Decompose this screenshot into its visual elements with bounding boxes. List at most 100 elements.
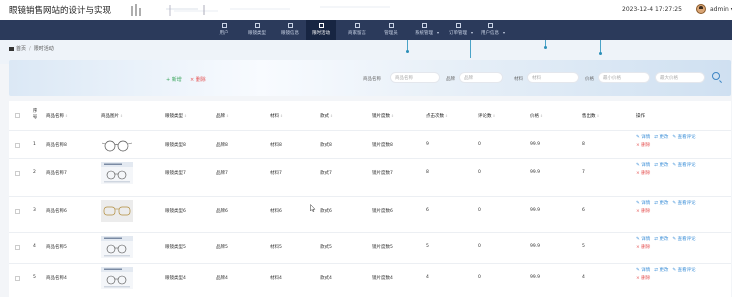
cell-name: 商品名称4 xyxy=(46,276,67,281)
edit-button[interactable]: ⇄ 更改 xyxy=(654,201,668,206)
search-icon[interactable] xyxy=(712,72,720,80)
edit-button[interactable]: ⇄ 更改 xyxy=(654,268,668,273)
breadcrumb: 首页 / 限时活动 xyxy=(9,45,54,52)
nav-item-4[interactable]: 商家留言 xyxy=(340,20,374,40)
row-delete-button[interactable]: × 删除 xyxy=(636,245,650,250)
row-divider xyxy=(9,196,731,197)
row-delete-button[interactable]: × 删除 xyxy=(636,276,650,281)
column-clicks[interactable]: 点击次数⇕ xyxy=(426,113,448,119)
column-material[interactable]: 材料⇕ xyxy=(270,113,283,119)
row-index: 1 xyxy=(33,142,36,147)
cell-reviews: 0 xyxy=(478,142,481,147)
product-thumbnail[interactable] xyxy=(101,267,133,289)
add-button[interactable]: + 新增 xyxy=(166,76,182,83)
nav-item-8[interactable]: 用户信息 ▾ xyxy=(474,20,506,40)
row-delete-button[interactable]: × 删除 xyxy=(636,143,650,148)
cell-type: 眼镜类型4 xyxy=(165,276,186,281)
breadcrumb-home[interactable]: 首页 xyxy=(16,46,26,52)
delete-button[interactable]: × 删除 xyxy=(190,76,206,83)
product-thumbnail[interactable] xyxy=(101,134,133,156)
column-brand[interactable]: 品牌⇕ xyxy=(216,113,229,119)
detail-button[interactable]: ✎ 详情 xyxy=(636,135,650,140)
cell-style: 款式6 xyxy=(320,209,332,214)
detail-label: 详情 xyxy=(641,135,651,140)
cell-style: 款式4 xyxy=(320,276,332,281)
top-bar: 眼镜销售网站的设计与实现 2023-12-4 17:27:25 admin ▾ xyxy=(0,0,732,20)
row-delete-button[interactable]: × 删除 xyxy=(636,171,650,176)
comments-button[interactable]: ✎ 查看评论 xyxy=(672,163,695,168)
column-type[interactable]: 眼镜类型⇕ xyxy=(165,113,187,119)
header-decoration xyxy=(131,4,390,16)
cell-material: 材料6 xyxy=(270,209,282,214)
edit-button[interactable]: ⇄ 更改 xyxy=(654,135,668,140)
column-name[interactable]: 商品名称⇕ xyxy=(46,113,68,119)
brand-input[interactable]: 品牌 xyxy=(459,72,503,83)
product-name-label: 商品名称 xyxy=(363,77,381,82)
edit-button[interactable]: ⇄ 更改 xyxy=(654,237,668,242)
cell-type: 眼镜类型8 xyxy=(165,143,186,148)
detail-button[interactable]: ✎ 详情 xyxy=(636,268,650,273)
column-price[interactable]: 价格⇕ xyxy=(530,113,543,119)
nav-item-label: 系统管理 xyxy=(415,31,433,36)
detail-button[interactable]: ✎ 详情 xyxy=(636,163,650,168)
column-style[interactable]: 款式⇕ xyxy=(320,113,333,119)
product-name-input[interactable]: 商品名称 xyxy=(390,72,440,83)
comments-button[interactable]: ✎ 查看评论 xyxy=(672,201,695,206)
row-index: 4 xyxy=(33,244,36,249)
glasses-info-icon xyxy=(287,23,293,28)
nav-item-3[interactable]: 限时活动 xyxy=(306,20,336,40)
comments-button[interactable]: ✎ 查看评论 xyxy=(672,268,695,273)
cell-reviews: 0 xyxy=(478,244,481,249)
home-icon xyxy=(9,46,14,51)
row-delete-label: 删除 xyxy=(641,171,651,176)
cell-name: 商品名称5 xyxy=(46,245,67,250)
nav-item-6[interactable]: 系统管理 ▾ xyxy=(408,20,440,40)
row-checkbox[interactable] xyxy=(15,143,20,148)
nav-item-label: 眼镜信息 xyxy=(281,31,299,36)
cell-reviews: 0 xyxy=(478,170,481,175)
min-price-input[interactable]: 最小价格 xyxy=(598,72,650,83)
row-checkbox[interactable] xyxy=(15,171,20,176)
column-reviews[interactable]: 评论数⇕ xyxy=(478,113,495,119)
cell-type: 眼镜类型5 xyxy=(165,245,186,250)
row-delete-label: 删除 xyxy=(641,245,651,250)
detail-label: 详情 xyxy=(641,163,651,168)
user-avatar[interactable] xyxy=(696,4,706,14)
cell-price: 99.9 xyxy=(530,244,541,249)
max-price-input[interactable]: 最大价格 xyxy=(655,72,705,83)
product-thumbnail[interactable] xyxy=(101,236,133,258)
price-label: 价格 xyxy=(585,77,594,82)
edit-button[interactable]: ⇄ 更改 xyxy=(654,163,668,168)
column-image[interactable]: 商品图片⇕ xyxy=(101,113,123,119)
row-index: 3 xyxy=(33,208,36,213)
comments-button[interactable]: ✎ 查看评论 xyxy=(672,237,695,242)
product-thumbnail[interactable] xyxy=(101,162,133,184)
nav-item-7[interactable]: 订单管理 ▾ xyxy=(442,20,474,40)
brand-label: 品牌 xyxy=(446,77,455,82)
cell-brand: 品牌7 xyxy=(216,171,228,176)
cell-sales: 7 xyxy=(582,170,585,175)
row-checkbox[interactable] xyxy=(15,276,20,281)
column-degree[interactable]: 镜片度数⇕ xyxy=(372,113,394,119)
edit-label: 更改 xyxy=(659,201,669,206)
detail-label: 详情 xyxy=(641,237,651,242)
material-input[interactable]: 材料 xyxy=(527,72,579,83)
detail-button[interactable]: ✎ 详情 xyxy=(636,201,650,206)
nav-item-2[interactable]: 眼镜信息 xyxy=(275,20,305,40)
user-menu[interactable]: admin ▾ xyxy=(710,6,732,13)
detail-label: 详情 xyxy=(641,201,651,206)
row-checkbox[interactable] xyxy=(15,245,20,250)
select-all-checkbox[interactable] xyxy=(15,113,20,118)
detail-button[interactable]: ✎ 详情 xyxy=(636,237,650,242)
cell-sales: 8 xyxy=(582,142,585,147)
nav-item-5[interactable]: 管理员 xyxy=(376,20,406,40)
nav-item-0[interactable]: 用户 xyxy=(210,20,238,40)
cell-brand: 品牌8 xyxy=(216,143,228,148)
product-thumbnail[interactable] xyxy=(101,200,133,222)
row-checkbox[interactable] xyxy=(15,209,20,214)
row-delete-button[interactable]: × 删除 xyxy=(636,209,650,214)
comments-button[interactable]: ✎ 查看评论 xyxy=(672,135,695,140)
cell-sales: 5 xyxy=(582,244,585,249)
nav-item-1[interactable]: 眼镜类型 xyxy=(240,20,274,40)
column-sales[interactable]: 售出数⇕ xyxy=(582,113,599,119)
